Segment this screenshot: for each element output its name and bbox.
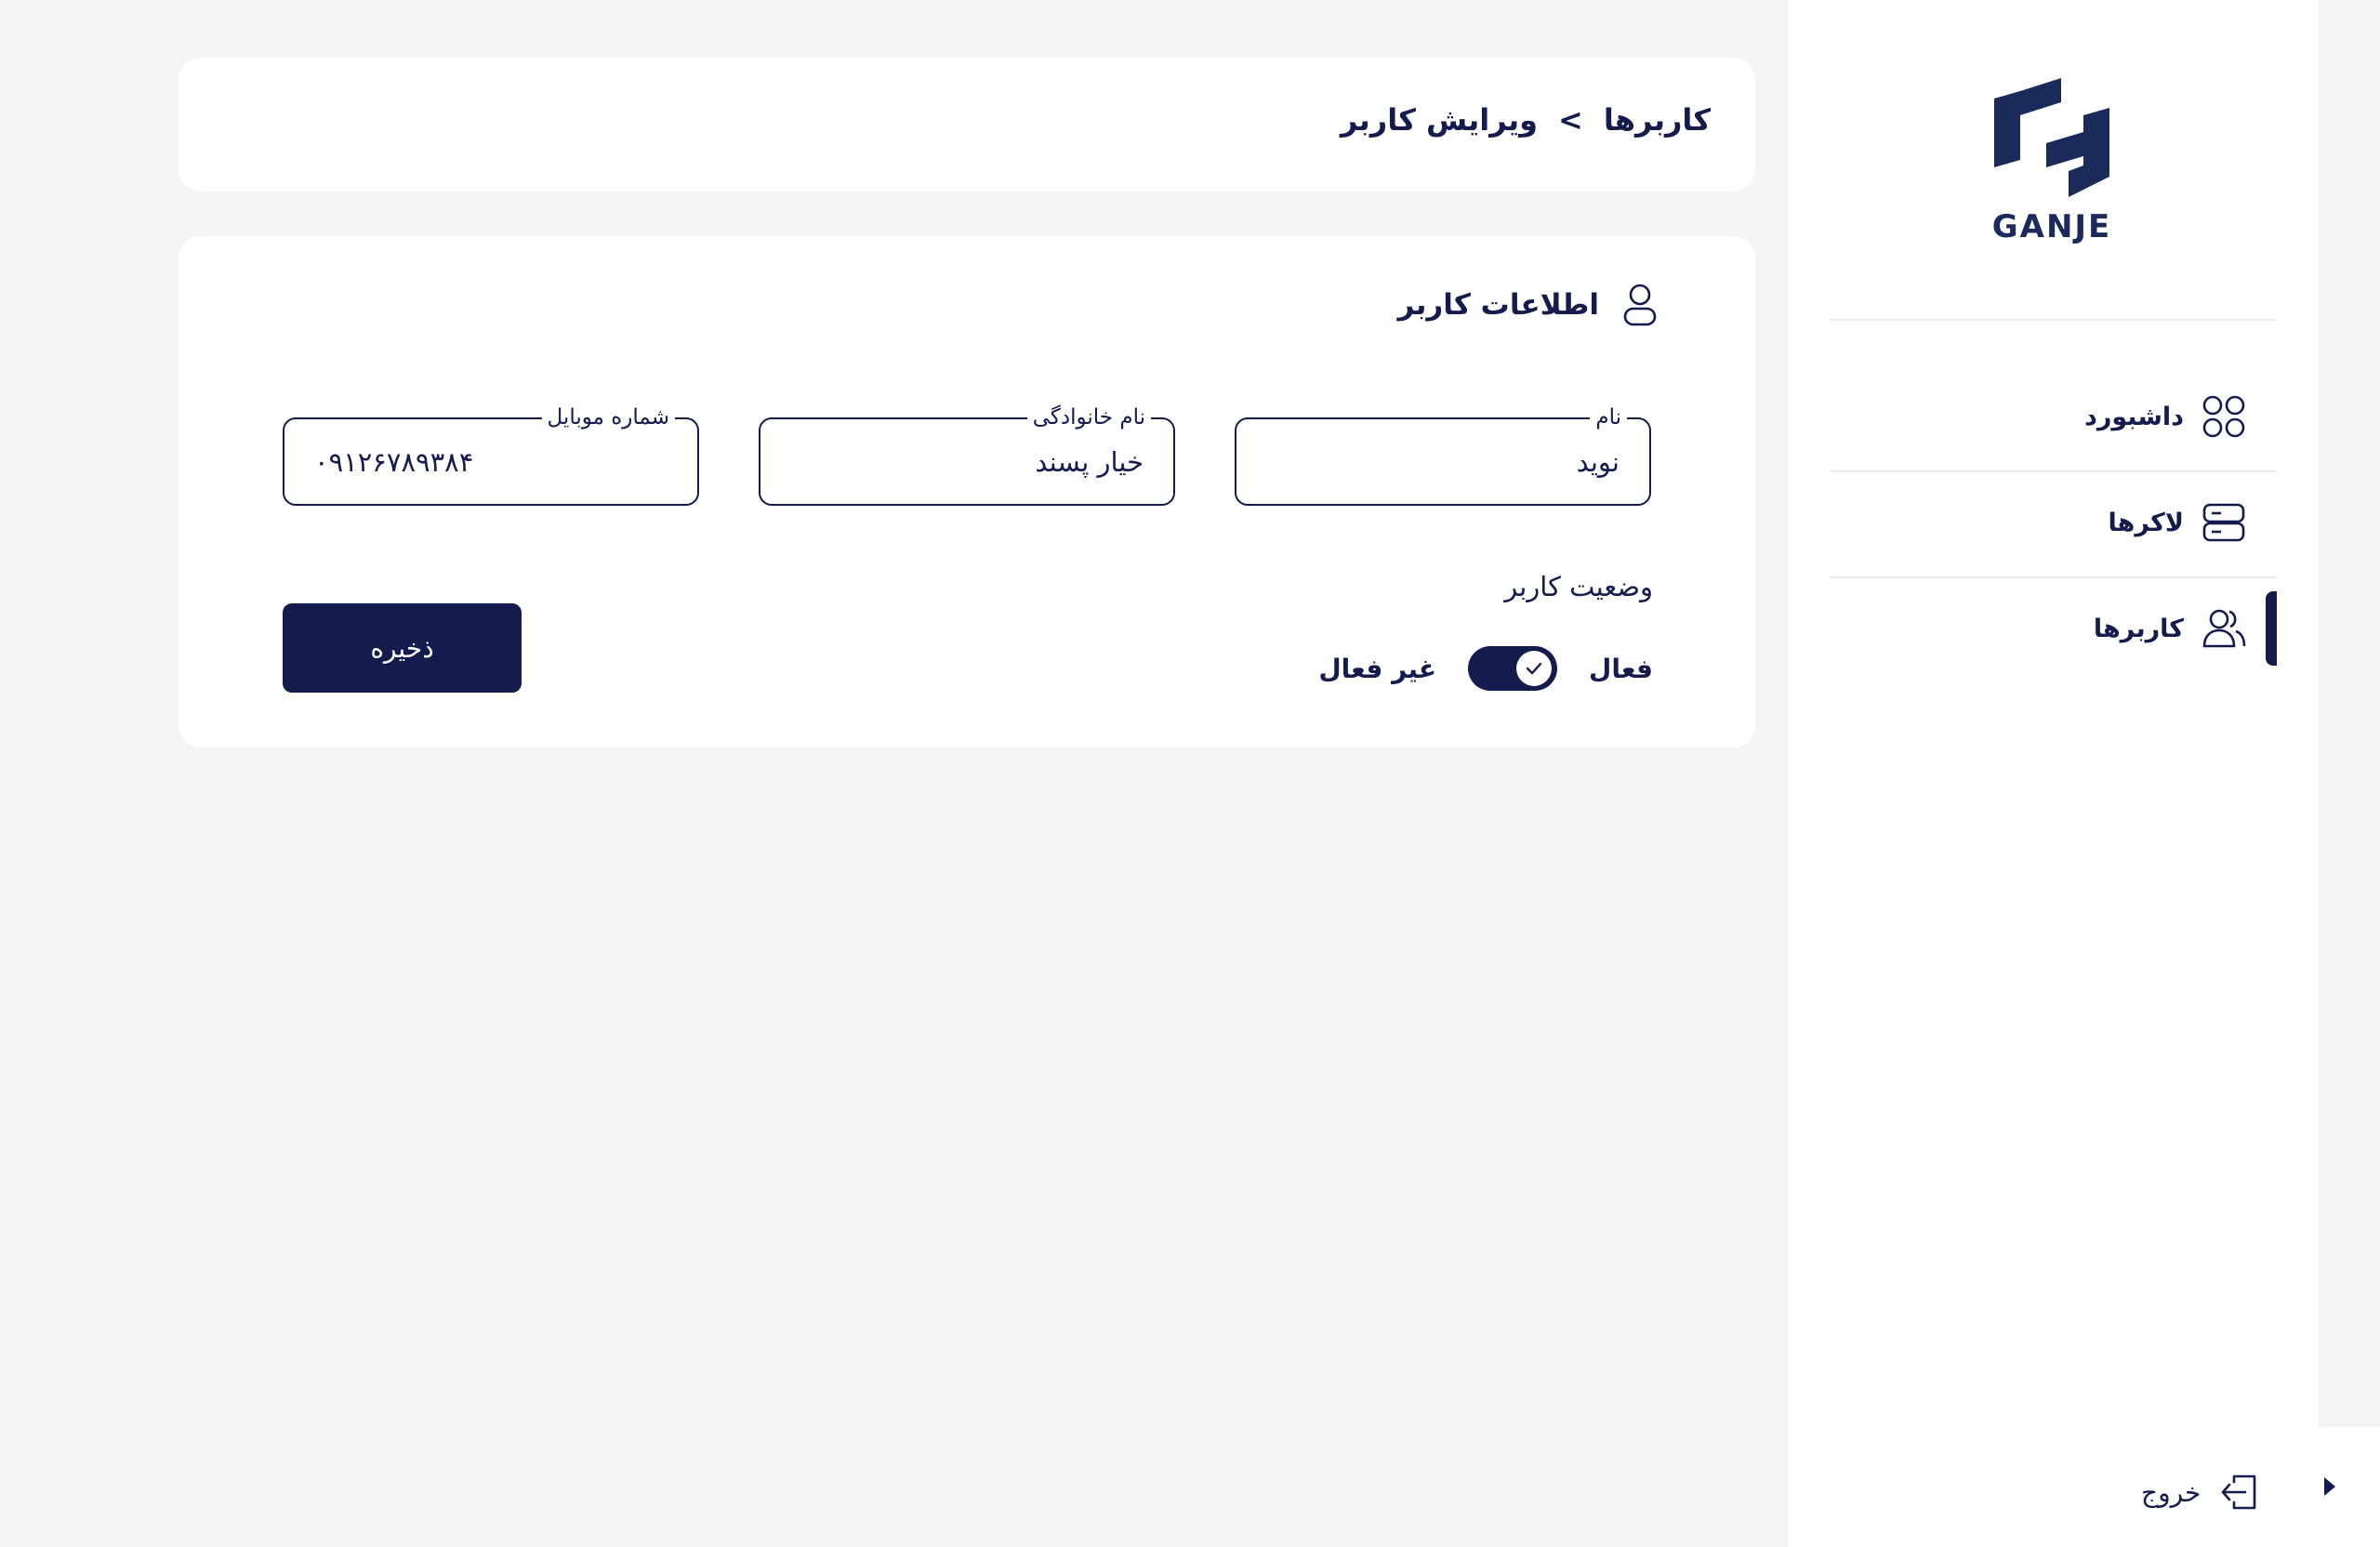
active-indicator <box>2266 591 2277 666</box>
save-button[interactable]: ذخیره <box>283 603 522 693</box>
sidebar-collapse-toggle[interactable] <box>2319 1427 2380 1547</box>
toggle-knob <box>1516 651 1553 686</box>
user-info-card: اطلاعات کاربر نام نام خانوادگی شماره موب… <box>178 236 1755 747</box>
check-icon <box>1526 662 1542 675</box>
logout-label: خروج <box>2141 1476 2202 1508</box>
user-status-toggle-row: فعال غیر فعال <box>1318 645 1653 692</box>
breadcrumb-parent-link[interactable]: کاربرها <box>1604 102 1711 138</box>
user-status-toggle[interactable] <box>1468 646 1558 691</box>
first-name-field: نام <box>1235 403 1651 506</box>
sidebar-divider <box>1831 470 2277 472</box>
breadcrumb-separator: > <box>1558 102 1583 138</box>
dashboard-grid-icon <box>2202 395 2245 438</box>
sidebar: GANJE داشبورد لاکرها کاربرها خروج <box>1788 0 2319 1547</box>
sidebar-item-label: لاکرها <box>2108 508 2184 537</box>
sidebar-item-label: داشبورد <box>2083 402 2184 431</box>
logo-text: GANJE <box>1991 208 2112 245</box>
mobile-input[interactable] <box>286 421 695 502</box>
section-title-text: اطلاعات کاربر <box>1397 288 1599 322</box>
sidebar-item-users[interactable]: کاربرها <box>1831 591 2277 666</box>
breadcrumb-current: ویرایش کاربر <box>1340 102 1539 138</box>
caret-right-icon <box>2324 1477 2335 1496</box>
users-icon <box>2202 609 2246 648</box>
breadcrumb-card: کاربرها > ویرایش کاربر <box>178 58 1755 192</box>
sidebar-divider <box>1831 319 2277 321</box>
breadcrumb: کاربرها > ویرایش کاربر <box>1341 102 1711 138</box>
logout-icon <box>2222 1474 2256 1510</box>
ganje-logo-mark <box>1994 78 2109 197</box>
sidebar-item-label: کاربرها <box>2093 614 2184 643</box>
logout-button[interactable]: خروج <box>2141 1469 2260 1515</box>
last-name-input[interactable] <box>762 421 1171 502</box>
user-status-label: وضعیت کاربر <box>1504 571 1653 602</box>
mobile-field: شماره موبایل <box>283 403 699 506</box>
sidebar-divider <box>1831 576 2277 578</box>
status-inactive-label[interactable]: غیر فعال <box>1318 654 1436 684</box>
user-icon <box>1623 284 1657 326</box>
first-name-input[interactable] <box>1238 421 1647 502</box>
last-name-field: نام خانوادگی <box>759 403 1175 506</box>
section-title: اطلاعات کاربر <box>1397 283 1659 327</box>
server-stack-icon <box>2202 503 2245 542</box>
sidebar-item-dashboard[interactable]: داشبورد <box>1831 379 2277 454</box>
sidebar-item-lockers[interactable]: لاکرها <box>1831 485 2277 560</box>
status-active-label[interactable]: فعال <box>1589 654 1653 684</box>
